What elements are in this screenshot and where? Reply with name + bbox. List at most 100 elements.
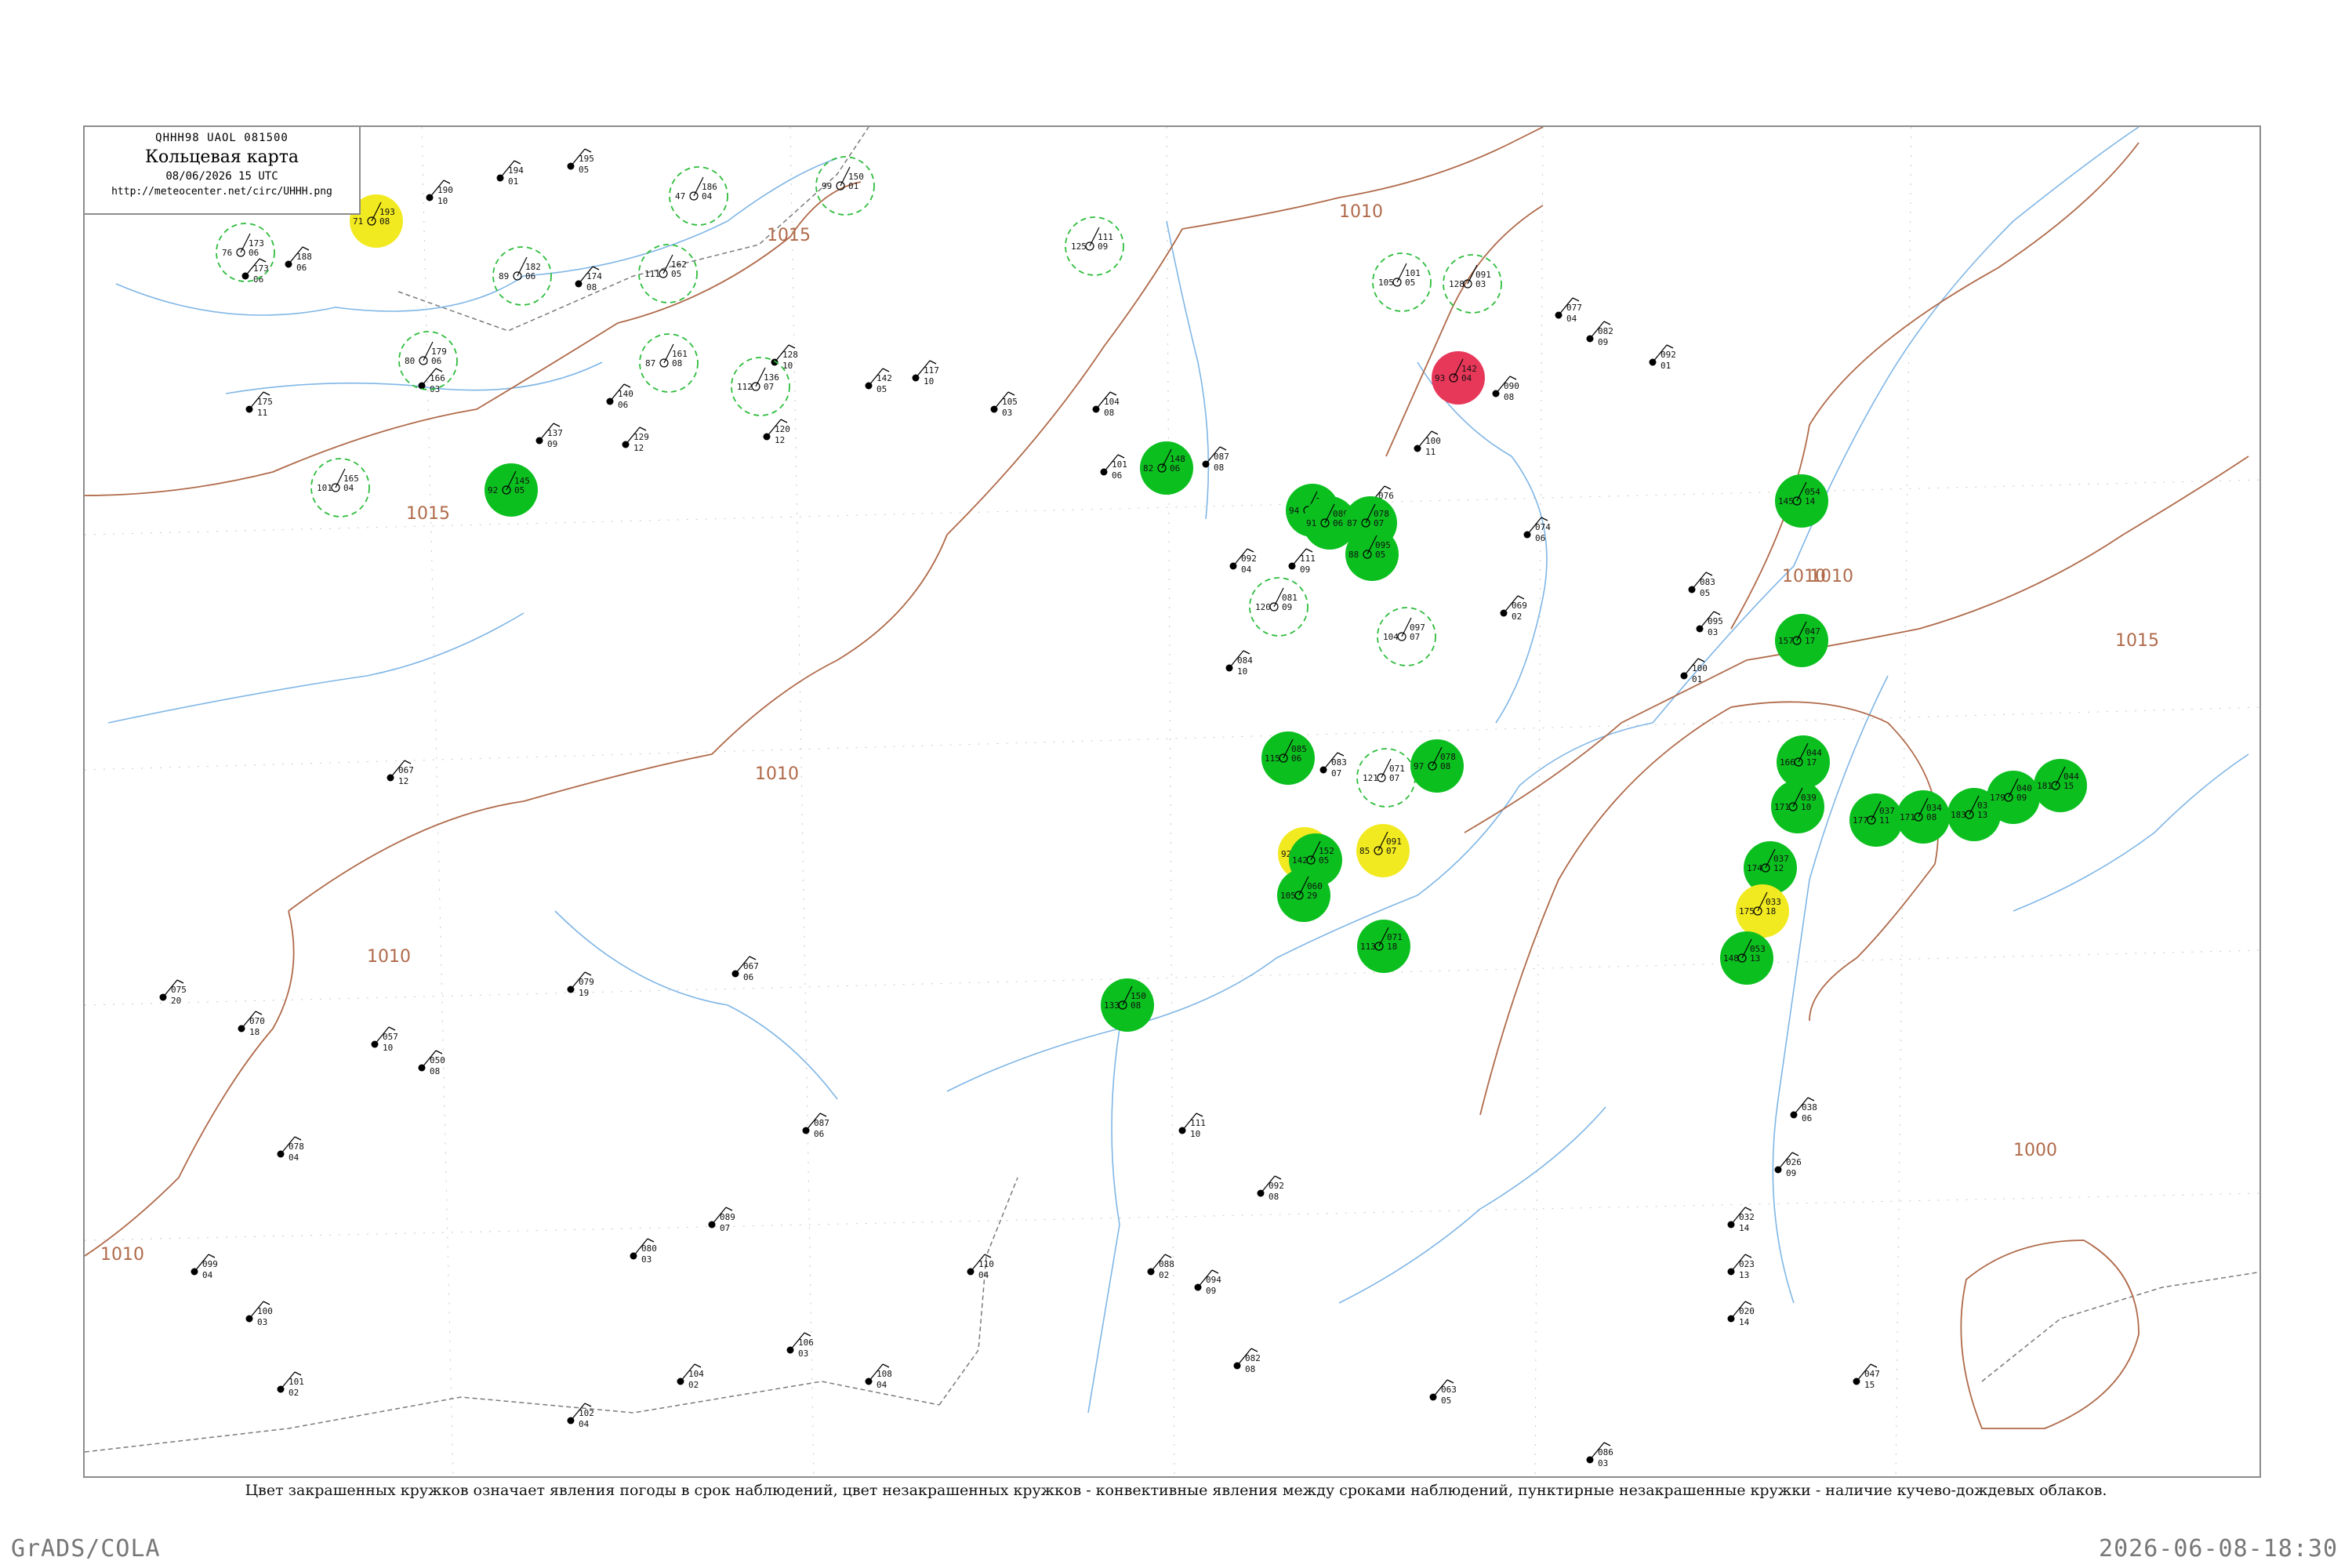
station-plot[interactable]: 08305	[1688, 572, 1715, 598]
station-plot[interactable]: 10011	[1414, 430, 1441, 457]
station-plot[interactable]: 07406	[1523, 517, 1552, 543]
station-plot[interactable]: 05008	[418, 1050, 445, 1076]
station-plot[interactable]: 12012	[763, 419, 790, 445]
station-precip[interactable]: 03408171	[1896, 790, 1950, 844]
station-cb[interactable]: 16205111	[638, 244, 698, 303]
station-plot[interactable]: 11004	[967, 1254, 994, 1280]
station-plot[interactable]: 06706	[731, 956, 759, 982]
station-precip[interactable]: 03711177	[1849, 793, 1903, 847]
station-plot[interactable]: 08307	[1319, 752, 1347, 779]
station-plot[interactable]: 13709	[535, 423, 563, 449]
station-plot[interactable]: 10603	[786, 1332, 814, 1359]
station-plot[interactable]: 17408	[575, 266, 603, 292]
station-plot[interactable]: 17306	[241, 258, 269, 285]
station-plot[interactable]: 09208	[1257, 1175, 1284, 1202]
station-haze[interactable]: 03318175	[1736, 884, 1789, 938]
station-plot[interactable]: 10106	[1100, 454, 1127, 481]
station-plot[interactable]: 07520	[159, 979, 187, 1006]
station-plot[interactable]: 07804	[277, 1136, 304, 1163]
station-cb[interactable]: 1860447	[669, 166, 728, 226]
station-plot[interactable]: 08603	[1586, 1442, 1613, 1468]
station-plot[interactable]: 08208	[1233, 1348, 1261, 1374]
station-plot[interactable]: 08708	[1202, 446, 1229, 473]
station-cb[interactable]: 07107121	[1356, 748, 1416, 808]
station-plot[interactable]: 10503	[990, 391, 1018, 418]
station-cb[interactable]: 1820689	[492, 246, 552, 306]
station-plot[interactable]: 08907	[708, 1207, 735, 1233]
station-cb[interactable]: 08109120	[1249, 577, 1308, 637]
station-plot[interactable]: 09204	[1229, 548, 1257, 575]
station-precip[interactable]: 06029105	[1277, 869, 1330, 922]
station-precip[interactable]: 07118113	[1357, 920, 1410, 973]
station-precip[interactable]: 08506115	[1261, 731, 1315, 785]
source-url[interactable]: http://meteocenter.net/circ/UHHH.png	[85, 186, 359, 198]
station-cb[interactable]: 16504101	[310, 458, 370, 517]
station-plot[interactable]: 19010	[426, 180, 453, 206]
station-plot[interactable]: 08802	[1147, 1254, 1174, 1280]
station-precip[interactable]: 05414145	[1775, 474, 1828, 528]
station-precip[interactable]: 15008133	[1101, 978, 1154, 1032]
station-plot[interactable]: 03214	[1727, 1207, 1755, 1233]
station-plot[interactable]: 04715	[1853, 1363, 1880, 1390]
station-cb[interactable]: 1610887	[639, 333, 699, 393]
station-plot[interactable]: 08410	[1225, 650, 1254, 677]
station-plot[interactable]: 03806	[1790, 1097, 1817, 1123]
station-cb[interactable]: 13607112	[731, 357, 790, 416]
station-precip[interactable]: 05313148	[1720, 931, 1773, 985]
station-plot[interactable]: 12912	[622, 426, 649, 453]
station-plot[interactable]: 10102	[277, 1371, 304, 1398]
station-plot[interactable]: 18806	[285, 246, 312, 273]
station-plot[interactable]: 19505	[567, 148, 594, 175]
station-plot[interactable]: 07919	[567, 971, 594, 998]
station-plot[interactable]: 10408	[1092, 391, 1120, 418]
station-plot[interactable]: 09503	[1696, 611, 1723, 637]
station-plot[interactable]: 08706	[802, 1112, 829, 1139]
station-plot[interactable]: 19401	[496, 160, 524, 187]
station-plot[interactable]: 14205	[865, 368, 892, 394]
station-haze[interactable]: 0910785	[1356, 824, 1410, 877]
station-thunder[interactable]: 1420493	[1432, 351, 1485, 405]
station-plot[interactable]: 02313	[1727, 1254, 1755, 1280]
station-precip[interactable]: 1450592	[485, 463, 538, 517]
station-plot[interactable]: 17511	[245, 391, 273, 418]
station-plot[interactable]: 08209	[1586, 321, 1613, 347]
station-plot[interactable]: 10003	[245, 1301, 273, 1327]
station-pressure: 100	[1425, 436, 1441, 446]
station-plot[interactable]: 12810	[771, 344, 798, 371]
station-plot[interactable]: 05710	[371, 1026, 398, 1053]
station-plot[interactable]: 02609	[1774, 1152, 1802, 1178]
station-plot[interactable]: 06712	[387, 760, 414, 786]
station-plot[interactable]: 09008	[1492, 376, 1519, 402]
station-plot[interactable]: 07704	[1555, 297, 1582, 324]
station-cb[interactable]: 09103128	[1443, 254, 1502, 314]
station-plot[interactable]: 10402	[677, 1363, 705, 1390]
station-cb[interactable]: 09707104	[1377, 607, 1436, 666]
station-precip[interactable]: 0780897	[1410, 739, 1464, 793]
station-plot[interactable]: 10804	[865, 1363, 892, 1390]
station-plot[interactable]: 16603	[418, 368, 445, 394]
station-plot[interactable]: 02014	[1727, 1301, 1755, 1327]
station-cb[interactable]: 10105105	[1372, 252, 1432, 312]
station-cb[interactable]: 1790680	[398, 331, 458, 390]
station-plot[interactable]: 09904	[191, 1254, 218, 1280]
station-precip[interactable]: 03910171	[1771, 780, 1824, 833]
station-precip[interactable]: 04717157	[1775, 614, 1828, 667]
wind-feather	[694, 1363, 702, 1368]
station-plot[interactable]: 09201	[1649, 344, 1676, 371]
station-cb[interactable]: 1500199	[815, 156, 875, 216]
station-precip[interactable]: 0950588	[1345, 528, 1399, 581]
station-precip[interactable]: 04009179	[1987, 771, 2040, 824]
station-plot[interactable]: 14006	[606, 383, 633, 410]
station-plot[interactable]: 11110	[1178, 1112, 1206, 1139]
station-plot[interactable]: 11710	[912, 360, 939, 387]
station-plot[interactable]: 06305	[1429, 1379, 1457, 1406]
station-plot[interactable]: 09409	[1194, 1269, 1222, 1296]
station-cb[interactable]: 11109125	[1065, 216, 1124, 276]
station-plot[interactable]: 07018	[238, 1011, 265, 1037]
station-plot[interactable]: 11109	[1288, 548, 1316, 575]
station-plot[interactable]: 08003	[630, 1238, 657, 1265]
station-precip[interactable]: 1480682	[1140, 441, 1193, 495]
station-plot[interactable]: 10204	[567, 1403, 594, 1429]
station-precip[interactable]: 04415181	[2034, 759, 2087, 812]
station-plot[interactable]: 06902	[1500, 595, 1527, 622]
